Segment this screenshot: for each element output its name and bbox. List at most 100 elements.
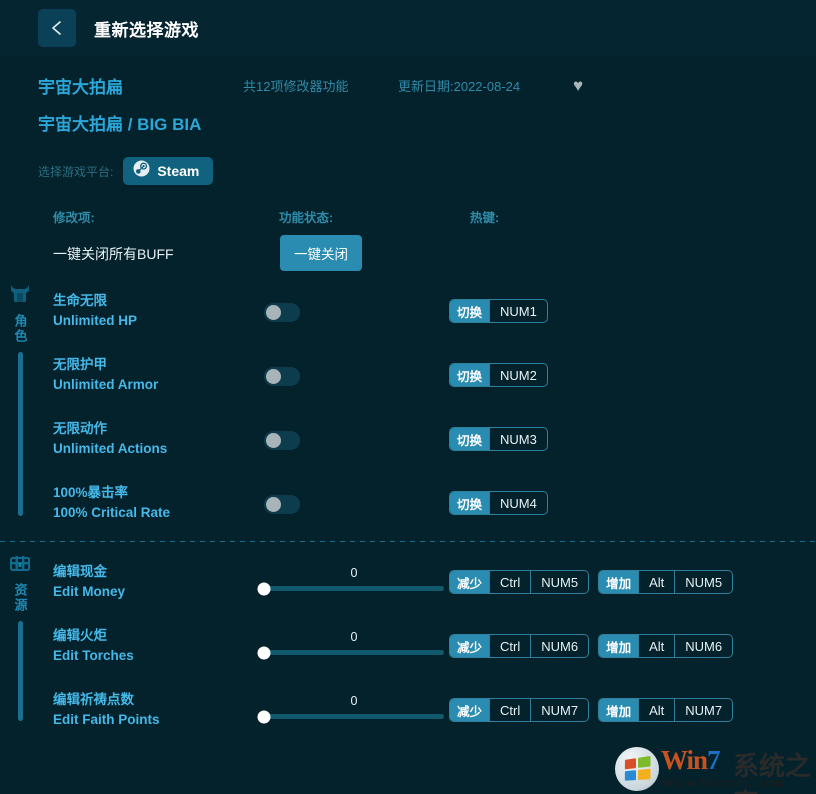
- one-click-label: 一键关闭所有BUFF: [53, 246, 174, 262]
- slider-value: 0: [350, 630, 358, 644]
- modifier-row: 编辑现金 Edit Money 0 减少 Ctrl NUM5 增加 Alt NUM5: [0, 552, 816, 616]
- hotkey-key[interactable]: NUM7: [674, 699, 732, 721]
- winwin7-watermark: Win7 系统之家 Www.Winwin7.com: [615, 745, 815, 794]
- hotkey-key[interactable]: Ctrl: [489, 635, 530, 657]
- hotkey-binding[interactable]: 减少 Ctrl NUM5: [449, 570, 590, 594]
- top-bar: 重新选择游戏: [0, 0, 816, 56]
- section-rows: 生命无限 Unlimited HP 切换 NUM1 无限护甲 Unlimited Armo…: [0, 281, 816, 537]
- modifier-row: 编辑火炬 Edit Torches 0 减少 Ctrl NUM6 增加 Alt NUM6: [0, 616, 816, 680]
- slider-knob[interactable]: [257, 582, 271, 595]
- slider-track[interactable]: [257, 582, 444, 595]
- toggle-knob: [266, 497, 281, 512]
- modifier-name-cn: 编辑火炬: [53, 628, 107, 643]
- watermark-brand-seven: 7: [707, 745, 720, 775]
- modifier-toggle[interactable]: [264, 431, 300, 450]
- slider-value: 0: [350, 566, 358, 580]
- toggle-knob: [266, 305, 281, 320]
- modifier-name-cn: 无限护甲: [53, 357, 107, 372]
- modifier-sections: 角色 生命无限 Unlimited HP 切换 NUM1 无限护甲 Unlimited Ar…: [0, 281, 816, 744]
- hotkey-group-list: 切换 NUM2: [449, 363, 548, 387]
- heart-icon[interactable]: ♥: [573, 77, 583, 94]
- watermark-brand: Win7: [661, 745, 720, 776]
- modifier-toggle[interactable]: [264, 367, 300, 386]
- feature-count: 共12项修改器功能: [243, 78, 349, 94]
- hotkey-key[interactable]: NUM5: [674, 571, 732, 593]
- update-date: 更新日期:2022-08-24: [398, 78, 521, 94]
- modifier-row: 无限护甲 Unlimited Armor 切换 NUM2: [0, 345, 816, 409]
- hotkey-key[interactable]: NUM1: [489, 300, 547, 322]
- modifier-labels: 编辑祈祷点数 Edit Faith Points: [53, 690, 160, 729]
- column-header-item: 修改项:: [53, 211, 95, 225]
- modifier-section: 资源 编辑现金 Edit Money 0 减少 Ctrl NUM5 增加 Alt NUM5 编辑火炬…: [0, 552, 816, 744]
- chevron-left-icon: [49, 19, 65, 37]
- game-info-block: 宇宙大拍扁 共12项修改器功能 更新日期:2022-08-24 ♥ 宇宙大拍扁 …: [0, 56, 816, 281]
- hotkey-action-label: 减少: [450, 571, 490, 593]
- modifier-name-cn: 无限动作: [53, 421, 107, 436]
- hotkey-key[interactable]: Alt: [638, 635, 674, 657]
- hotkey-action-label: 减少: [450, 699, 490, 721]
- hotkey-binding[interactable]: 切换 NUM4: [449, 491, 548, 515]
- modifier-row: 无限动作 Unlimited Actions 切换 NUM3: [0, 409, 816, 473]
- hotkey-key[interactable]: Ctrl: [489, 571, 530, 593]
- slider-track[interactable]: [257, 646, 444, 659]
- hotkey-binding[interactable]: 增加 Alt NUM7: [598, 698, 734, 722]
- hotkey-binding[interactable]: 减少 Ctrl NUM7: [449, 698, 590, 722]
- hotkey-binding[interactable]: 切换 NUM3: [449, 427, 548, 451]
- steam-platform-button[interactable]: Steam: [123, 157, 214, 185]
- section-rows: 编辑现金 Edit Money 0 减少 Ctrl NUM5 增加 Alt NUM5 编辑火炬 Ed…: [0, 552, 816, 744]
- modifier-name-cn: 编辑祈祷点数: [53, 692, 134, 707]
- hotkey-group-list: 减少 Ctrl NUM7 增加 Alt NUM7: [449, 698, 734, 722]
- modifier-name-en: 100% Critical Rate: [53, 504, 171, 520]
- platform-selector-row: 选择游戏平台: Steam: [0, 157, 816, 185]
- hotkey-action-label: 切换: [450, 428, 490, 450]
- hotkey-binding[interactable]: 切换 NUM2: [449, 363, 548, 387]
- hotkey-key[interactable]: Alt: [638, 571, 674, 593]
- toggle-knob: [266, 369, 281, 384]
- hotkey-key[interactable]: NUM6: [674, 635, 732, 657]
- windows-logo-icon: [615, 747, 659, 791]
- modifier-row: 100%暴击率 100% Critical Rate 切换 NUM4: [0, 473, 816, 537]
- game-summary-row: 宇宙大拍扁 共12项修改器功能 更新日期:2022-08-24 ♥: [0, 70, 816, 100]
- watermark-brand-cn: 系统之家: [733, 752, 812, 794]
- game-title-full: 宇宙大拍扁 / BIG BIA: [38, 115, 202, 134]
- hotkey-binding[interactable]: 增加 Alt NUM5: [598, 570, 734, 594]
- slider-knob[interactable]: [257, 710, 271, 723]
- modifier-name-en: Unlimited HP: [53, 312, 138, 328]
- hotkey-key[interactable]: NUM5: [530, 571, 588, 593]
- modifier-slider[interactable]: 0: [257, 630, 444, 659]
- steam-icon: [133, 160, 150, 182]
- modifier-labels: 生命无限 Unlimited HP: [53, 291, 137, 330]
- hotkey-binding[interactable]: 减少 Ctrl NUM6: [449, 634, 590, 658]
- hotkey-key[interactable]: NUM6: [530, 635, 588, 657]
- section-divider: [0, 541, 816, 542]
- modifier-slider[interactable]: 0: [257, 694, 444, 723]
- hotkey-group-list: 切换 NUM4: [449, 491, 548, 515]
- slider-track[interactable]: [257, 710, 444, 723]
- hotkey-key[interactable]: NUM3: [489, 428, 547, 450]
- hotkey-key[interactable]: NUM4: [489, 492, 547, 514]
- hotkey-key[interactable]: Ctrl: [489, 699, 530, 721]
- hotkey-binding[interactable]: 切换 NUM1: [449, 299, 548, 323]
- modifier-name-en: Edit Faith Points: [53, 711, 160, 727]
- hotkey-action-label: 增加: [599, 635, 639, 657]
- modifier-toggle[interactable]: [264, 495, 300, 514]
- modifier-toggle[interactable]: [264, 303, 300, 322]
- hotkey-key[interactable]: NUM7: [530, 699, 588, 721]
- modifier-labels: 编辑现金 Edit Money: [53, 562, 125, 601]
- modifier-slider[interactable]: 0: [257, 566, 444, 595]
- modifier-labels: 编辑火炬 Edit Torches: [53, 626, 134, 665]
- slider-knob[interactable]: [257, 646, 271, 659]
- one-click-disable-button[interactable]: 一键关闭: [280, 235, 362, 271]
- hotkey-key[interactable]: NUM2: [489, 364, 547, 386]
- hotkey-action-label: 增加: [599, 571, 639, 593]
- hotkey-binding[interactable]: 增加 Alt NUM6: [598, 634, 734, 658]
- hotkey-key[interactable]: Alt: [638, 699, 674, 721]
- modifier-name-en: Unlimited Armor: [53, 376, 159, 392]
- hotkey-action-label: 增加: [599, 699, 639, 721]
- modifier-row: 编辑祈祷点数 Edit Faith Points 0 减少 Ctrl NUM7 增加 Alt N…: [0, 680, 816, 744]
- back-button[interactable]: [38, 9, 76, 47]
- modifier-name-en: Edit Torches: [53, 647, 134, 663]
- one-click-disable-row: 一键关闭所有BUFF 一键关闭: [0, 235, 816, 281]
- modifier-app-window: 重新选择游戏 宇宙大拍扁 共12项修改器功能 更新日期:2022-08-24 ♥…: [0, 0, 816, 794]
- column-header-hotkey: 热键:: [470, 211, 500, 225]
